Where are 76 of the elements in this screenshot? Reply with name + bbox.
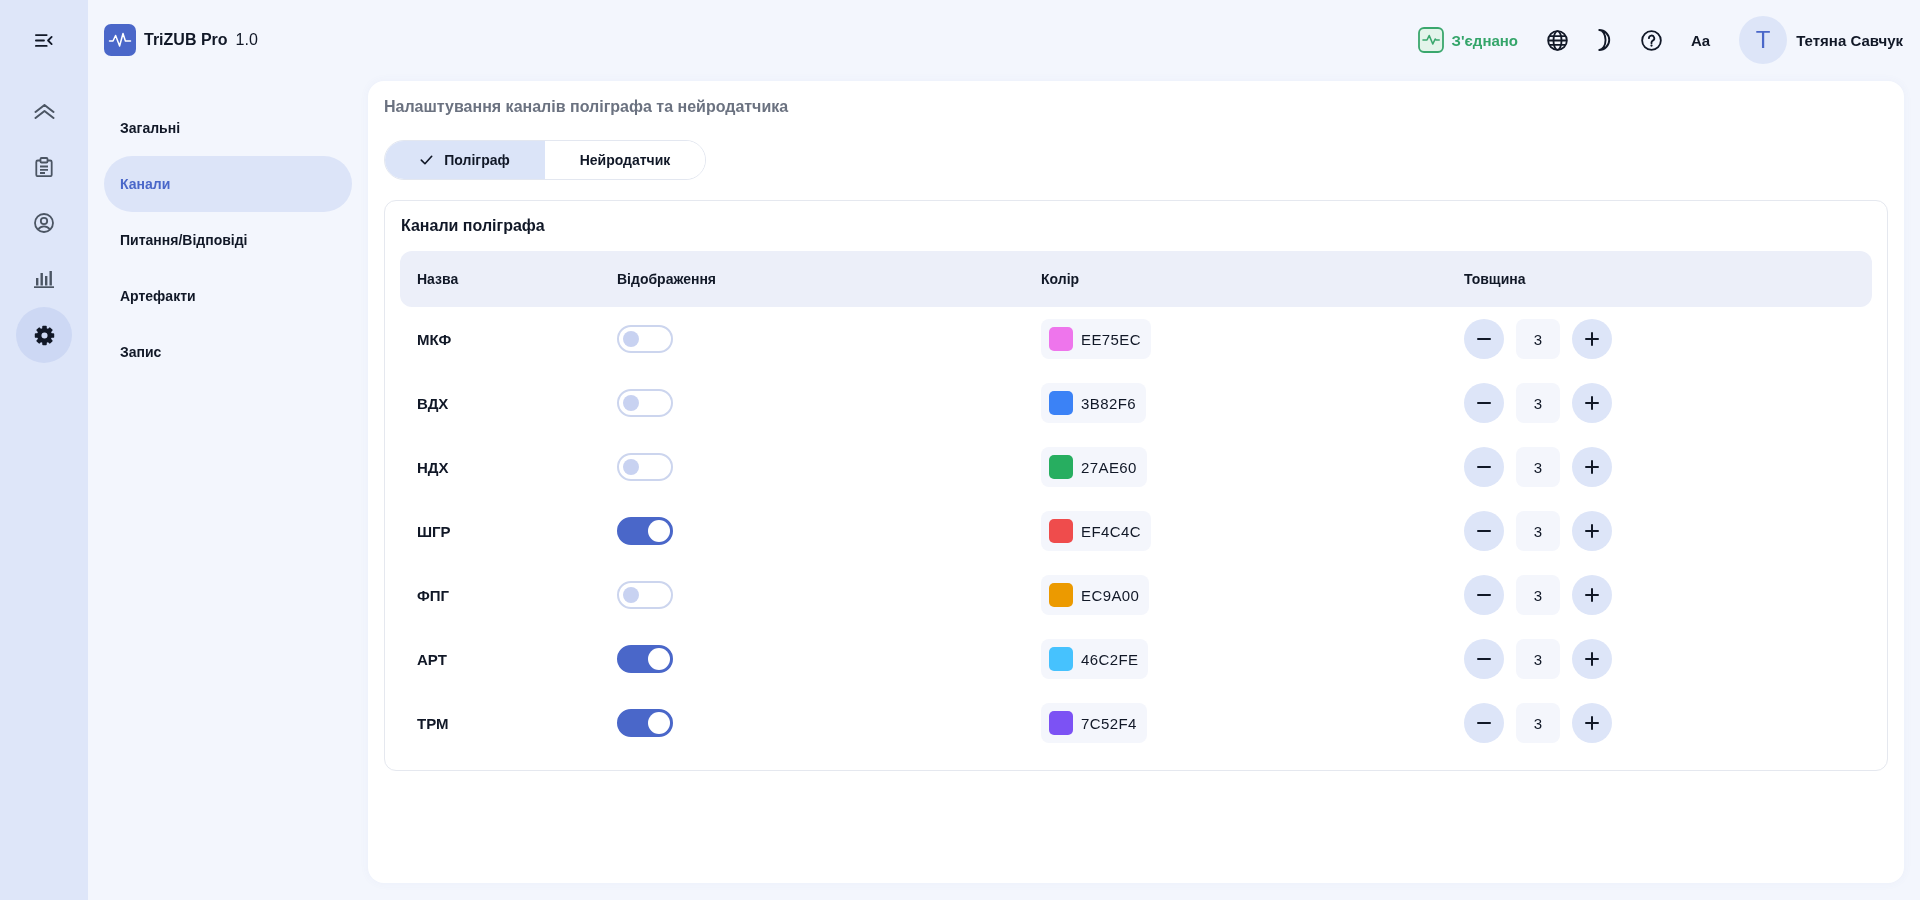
minus-icon (1477, 658, 1491, 660)
column-header: Колір (1041, 271, 1080, 287)
color-picker-button[interactable]: 7C52F4 (1041, 703, 1147, 743)
clipboard-icon (35, 157, 53, 177)
channel-name: ФПГ (417, 586, 451, 604)
color-picker-button[interactable]: EF4C4C (1041, 511, 1151, 551)
settings-nav-item[interactable]: Питання/Відповіді (104, 212, 352, 268)
color-picker-button[interactable]: EE75EC (1041, 319, 1151, 359)
thickness-field[interactable]: 3 (1516, 575, 1560, 615)
thickness-field[interactable]: 3 (1516, 511, 1560, 551)
increase-button[interactable] (1572, 383, 1612, 423)
connection-status: З'єднано (1451, 31, 1518, 49)
channel-name: АРТ (417, 650, 448, 668)
increase-button[interactable] (1572, 575, 1612, 615)
channel-name: МКФ (417, 330, 453, 348)
tab[interactable]: Поліграф (385, 141, 545, 179)
settings-nav-item[interactable]: Канали (104, 156, 352, 212)
pulse-logo-icon[interactable] (104, 24, 136, 56)
thickness-field[interactable]: 3 (1516, 319, 1560, 359)
bar-chart-icon (34, 270, 54, 288)
toggle-switch[interactable] (617, 645, 673, 673)
settings-nav-item[interactable]: Запис (104, 324, 352, 380)
increase-button[interactable] (1572, 511, 1612, 551)
channel-name: ТРМ (417, 714, 450, 732)
plus-icon (1585, 396, 1599, 410)
check-icon (420, 155, 434, 165)
increase-button[interactable] (1572, 447, 1612, 487)
sidebar-nav-button[interactable] (16, 307, 72, 363)
section-title: Канали поліграфа (400, 216, 546, 236)
minus-icon (1477, 722, 1491, 724)
plus-icon (1585, 524, 1599, 538)
column-header: Назва (417, 271, 459, 287)
plus-icon (1585, 716, 1599, 730)
user-name: Тетяна Савчук (1796, 31, 1903, 49)
plus-icon (1585, 460, 1599, 474)
globe-icon[interactable] (1547, 29, 1568, 51)
gear-icon (33, 324, 55, 346)
settings-nav-item[interactable]: Артефакти (104, 268, 352, 324)
plus-icon (1585, 332, 1599, 346)
column-header: Відображення (617, 271, 717, 287)
increase-button[interactable] (1572, 639, 1612, 679)
help-icon[interactable] (1641, 29, 1662, 51)
color-picker-button[interactable]: 27AE60 (1041, 447, 1147, 487)
user-circle-icon (34, 213, 54, 233)
minus-icon (1477, 402, 1491, 404)
menu-icon[interactable] (35, 33, 53, 47)
channel-name: ВДХ (417, 394, 450, 412)
plus-icon (1585, 588, 1599, 602)
increase-button[interactable] (1572, 703, 1612, 743)
app-version: 1.0 (235, 31, 258, 49)
settings-nav-item[interactable]: Загальні (104, 100, 352, 156)
minus-icon (1477, 466, 1491, 468)
app-name: TriZUB Pro (144, 31, 228, 49)
color-picker-button[interactable]: 3B82F6 (1041, 383, 1146, 423)
user-avatar[interactable]: Т (1739, 16, 1788, 64)
font-size-button[interactable]: Aa (1691, 31, 1711, 49)
thickness-field[interactable]: 3 (1516, 703, 1560, 743)
channel-name: НДХ (417, 458, 450, 476)
increase-button[interactable] (1572, 319, 1612, 359)
minus-icon (1477, 338, 1491, 340)
color-picker-button[interactable]: EC9A00 (1041, 575, 1150, 615)
thickness-field[interactable]: 3 (1516, 383, 1560, 423)
page-title: Налаштування каналів поліграфа та нейродатчика (384, 97, 790, 117)
moon-icon[interactable] (1597, 29, 1612, 51)
pulse-status-icon (1417, 27, 1444, 53)
channel-name: ШГР (417, 522, 452, 540)
toggle-switch[interactable] (617, 709, 673, 737)
minus-icon (1477, 530, 1491, 532)
column-header: Товщина (1464, 271, 1526, 287)
minus-icon (1477, 594, 1491, 596)
thickness-field[interactable]: 3 (1516, 639, 1560, 679)
plus-icon (1585, 652, 1599, 666)
thickness-field[interactable]: 3 (1516, 447, 1560, 487)
color-picker-button[interactable]: 46C2FE (1041, 639, 1149, 679)
toggle-switch[interactable] (617, 517, 673, 545)
double-chevron-icon (33, 103, 55, 119)
